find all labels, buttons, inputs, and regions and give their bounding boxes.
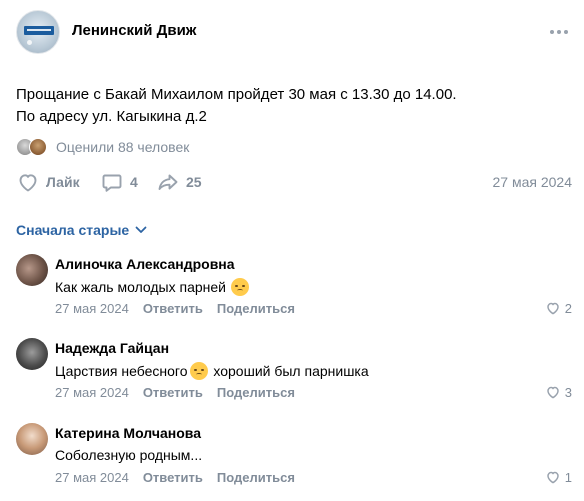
comment-text-content: хороший был парнишка (209, 363, 369, 379)
avatar[interactable] (16, 254, 48, 286)
comment-author[interactable]: Катерина Молчанова (55, 425, 201, 441)
reply-button[interactable]: Ответить (143, 301, 203, 316)
heart-icon (19, 174, 37, 192)
comment-text: Соболезную родным... (55, 447, 202, 463)
comment-text-content: Соболезную родным... (55, 447, 203, 463)
post-actions: Лайк 4 25 27 мая 2024 (16, 170, 572, 194)
comment-text-content: Царствия небесного (55, 363, 188, 379)
comment-like-button[interactable]: 1 (545, 469, 572, 485)
sad-face-emoji-icon (230, 278, 249, 296)
share-count: 25 (186, 174, 202, 190)
share-comment-button[interactable]: Поделиться (217, 385, 295, 400)
like-button[interactable]: Лайк (16, 170, 80, 194)
avatar[interactable] (16, 423, 48, 455)
comment-like-button[interactable]: 3 (545, 384, 572, 400)
liker-avatar (29, 138, 47, 156)
post-text-line: По адресу ул. Кагыкина д.2 (16, 108, 207, 125)
reply-button[interactable]: Ответить (143, 470, 203, 485)
like-label: Лайк (46, 174, 80, 190)
sad-face-emoji-icon (189, 362, 208, 380)
comment-meta: 27 мая 2024 Ответить Поделиться (55, 301, 295, 316)
comment-text: Как жаль молодых парней (55, 278, 251, 296)
post-date[interactable]: 27 мая 2024 (493, 174, 573, 190)
share-comment-button[interactable]: Поделиться (217, 301, 295, 316)
heart-icon (547, 302, 559, 315)
comment-meta: 27 мая 2024 Ответить Поделиться (55, 385, 295, 400)
post-text-line: Прощание с Бакай Михаилом пройдет 30 мая… (16, 86, 457, 103)
reply-button[interactable]: Ответить (143, 385, 203, 400)
comment-bubble-icon (102, 174, 122, 192)
comment-date[interactable]: 27 мая 2024 (55, 301, 129, 316)
chevron-down-icon (135, 226, 147, 233)
likers-summary[interactable]: Оценили 88 человек (16, 137, 189, 157)
comment-meta: 27 мая 2024 Ответить Поделиться (55, 470, 295, 485)
avatar[interactable] (16, 338, 48, 370)
sort-label: Сначала старые (16, 222, 130, 238)
group-name[interactable]: Ленинский Движ (72, 22, 196, 39)
group-logo-icon (24, 26, 54, 35)
comment-like-button[interactable]: 2 (545, 300, 572, 316)
heart-icon (547, 471, 559, 484)
share-comment-button[interactable]: Поделиться (217, 470, 295, 485)
post-text: Прощание с Бакай Михаилом пройдет 30 мая… (16, 84, 457, 128)
comment-date[interactable]: 27 мая 2024 (55, 385, 129, 400)
comment-date[interactable]: 27 мая 2024 (55, 470, 129, 485)
comment-like-count: 1 (564, 469, 572, 485)
more-horizontal-icon[interactable] (548, 22, 570, 42)
comment-item: Алиночка Александровна Как жаль молодых … (16, 254, 572, 324)
comments-sort-dropdown[interactable]: Сначала старые (16, 220, 147, 240)
avatar-decoration (27, 40, 32, 45)
comment-author[interactable]: Алиночка Александровна (55, 256, 235, 272)
share-button[interactable]: 25 (156, 170, 202, 194)
comment-author[interactable]: Надежда Гайцан (55, 340, 169, 356)
comment-item: Надежда Гайцан Царствия небесного хороши… (16, 338, 572, 408)
likers-text[interactable]: Оценили 88 человек (56, 139, 189, 155)
comment-count: 4 (130, 174, 138, 190)
share-arrow-icon (158, 174, 178, 190)
post-header: Ленинский Движ (16, 10, 576, 54)
comment-like-count: 3 (564, 384, 572, 400)
comment-item: Катерина Молчанова Соболезную родным... … (16, 423, 572, 493)
comment-text-content: Как жаль молодых парней (55, 279, 226, 295)
group-avatar[interactable] (16, 10, 60, 54)
heart-icon (547, 386, 559, 399)
comment-text: Царствия небесного хороший был парнишка (55, 362, 369, 380)
comment-like-count: 2 (564, 300, 572, 316)
